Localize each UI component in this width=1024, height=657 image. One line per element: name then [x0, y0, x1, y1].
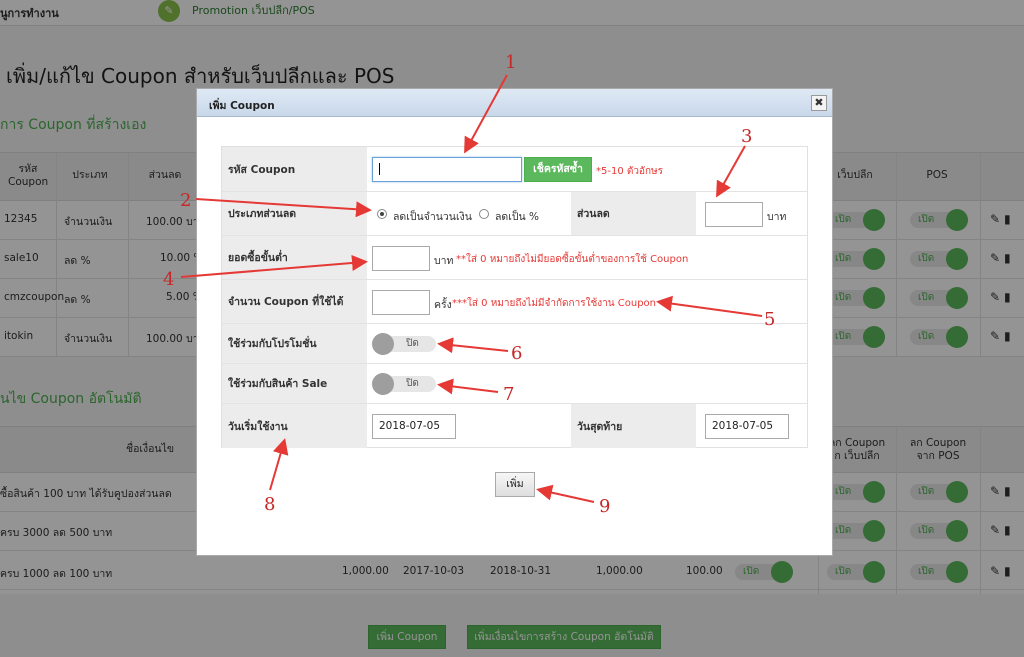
form-row-promo: ใช้ร่วมกับโปรโมชั่น ปิด: [222, 324, 807, 364]
form-row-code: รหัส Coupon เช็ครหัสซ้ำ *5-10 ตัวอักษร: [222, 147, 807, 192]
coupon-count-input[interactable]: [372, 290, 430, 315]
count-hint: ***ใส่ 0 หมายถึงไม่มีจำกัดการใช้งาน Coup…: [452, 298, 657, 309]
start-date-input[interactable]: 2018-07-05: [372, 414, 456, 439]
sale-toggle[interactable]: ปิด: [372, 373, 436, 395]
discount-unit: บาท: [767, 211, 787, 223]
min-label: ยอดซื้อขั้นต่ำ: [222, 236, 367, 279]
end-date-input[interactable]: 2018-07-05: [705, 414, 789, 439]
type-amount-radio[interactable]: [377, 209, 387, 219]
min-purchase-input[interactable]: [372, 246, 430, 271]
close-icon[interactable]: ✖: [811, 95, 827, 111]
discount-input[interactable]: [705, 202, 763, 227]
type-label: ประเภทส่วนลด: [222, 192, 367, 235]
code-hint: *5-10 ตัวอักษร: [596, 166, 664, 177]
count-unit: ครั้ง: [434, 299, 452, 311]
end-date-label: วันสุดท้าย: [571, 404, 696, 448]
count-label: จำนวน Coupon ที่ใช้ได้: [222, 280, 367, 323]
coupon-form: รหัส Coupon เช็ครหัสซ้ำ *5-10 ตัวอักษร ป…: [221, 146, 808, 448]
form-row-count: จำนวน Coupon ที่ใช้ได้ ครั้ง ***ใส่ 0 หม…: [222, 280, 807, 324]
check-duplicate-button[interactable]: เช็ครหัสซ้ำ: [524, 157, 592, 182]
add-coupon-dialog: เพิ่ม Coupon ✖ รหัส Coupon เช็ครหัสซ้ำ *…: [196, 88, 833, 556]
form-row-type: ประเภทส่วนลด ลดเป็นจำนวนเงิน ลดเป็น % ส่…: [222, 192, 807, 236]
dialog-header: เพิ่ม Coupon ✖: [197, 89, 832, 117]
min-unit: บาท: [434, 255, 454, 267]
dialog-title: เพิ่ม Coupon: [209, 100, 275, 112]
submit-add-button[interactable]: เพิ่ม: [495, 472, 535, 497]
start-date-label: วันเริ่มใช้งาน: [222, 404, 367, 448]
coupon-code-input[interactable]: [372, 157, 522, 182]
type-percent-label[interactable]: ลดเป็น %: [495, 208, 539, 225]
form-row-min: ยอดซื้อขั้นต่ำ บาท **ใส่ 0 หมายถึงไม่มีย…: [222, 236, 807, 280]
min-hint: **ใส่ 0 หมายถึงไม่มียอดซื้อขั้นต่ำของการ…: [456, 254, 689, 265]
type-amount-label[interactable]: ลดเป็นจำนวนเงิน: [393, 208, 472, 225]
code-label: รหัส Coupon: [222, 147, 367, 191]
promo-toggle[interactable]: ปิด: [372, 333, 436, 355]
promo-label: ใช้ร่วมกับโปรโมชั่น: [222, 324, 367, 363]
form-row-dates: วันเริ่มใช้งาน 2018-07-05 วันสุดท้าย 201…: [222, 404, 807, 448]
type-percent-radio[interactable]: [479, 209, 489, 219]
form-row-sale: ใช้ร่วมกับสินค้า Sale ปิด: [222, 364, 807, 404]
sale-label: ใช้ร่วมกับสินค้า Sale: [222, 364, 367, 403]
discount-label: ส่วนลด: [571, 192, 696, 235]
